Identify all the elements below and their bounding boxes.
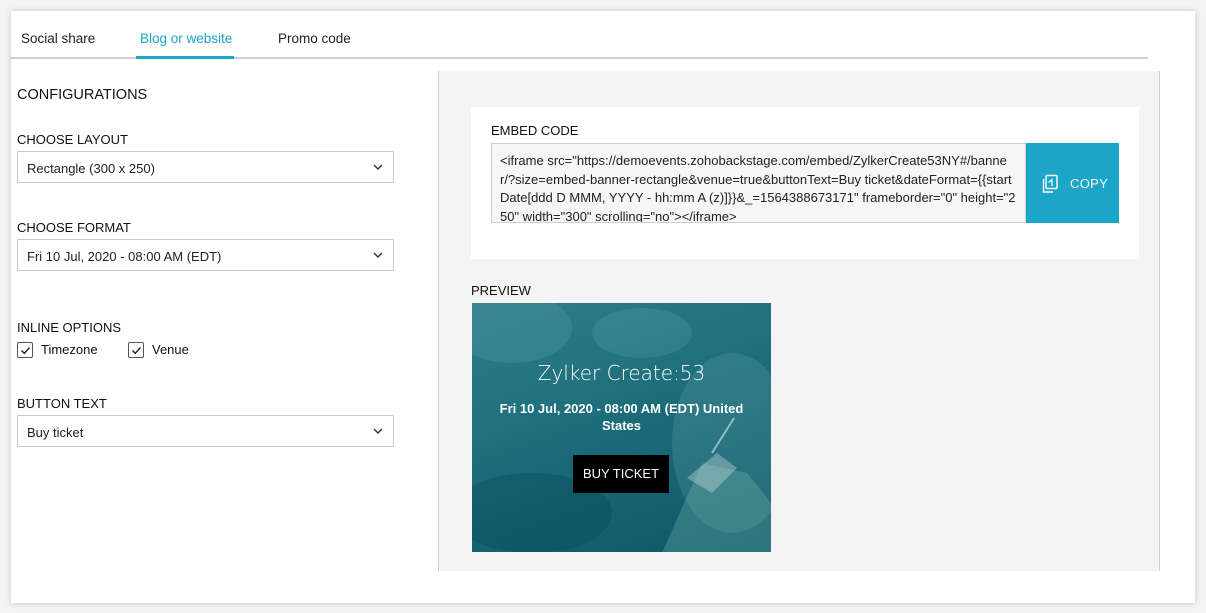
- banner-preview: Zylker Create:53 Fri 10 Jul, 2020 - 08:0…: [472, 303, 771, 552]
- copy-icon: [1042, 174, 1058, 193]
- copy-button[interactable]: COPY: [1026, 143, 1119, 223]
- embed-code-card: EMBED CODE <iframe src="https://demoeven…: [471, 107, 1139, 259]
- embed-panel: EMBED CODE <iframe src="https://demoeven…: [438, 71, 1160, 571]
- button-text-select-value: Buy ticket: [27, 425, 84, 440]
- buy-ticket-button[interactable]: BUY TICKET: [573, 455, 669, 493]
- chevron-down-icon: [373, 252, 383, 258]
- banner-event-name: Zylker Create:53: [537, 361, 706, 385]
- checkbox-box: [128, 342, 144, 358]
- checkbox-box: [17, 342, 33, 358]
- button-text-label: BUTTON TEXT: [17, 396, 107, 411]
- tab-promo-code[interactable]: Promo code: [278, 31, 351, 46]
- layout-select[interactable]: Rectangle (300 x 250): [17, 151, 394, 183]
- chevron-down-icon: [373, 428, 383, 434]
- choose-layout-label: CHOOSE LAYOUT: [17, 132, 129, 147]
- chevron-down-icon: [373, 164, 383, 170]
- embed-code-title: EMBED CODE: [491, 123, 579, 138]
- format-select[interactable]: Fri 10 Jul, 2020 - 08:00 AM (EDT): [17, 239, 394, 271]
- configurations-heading: CONFIGURATIONS: [17, 87, 148, 103]
- format-select-value: Fri 10 Jul, 2020 - 08:00 AM (EDT): [27, 249, 222, 264]
- check-icon: [21, 347, 31, 355]
- embed-code-field[interactable]: <iframe src="https://demoevents.zohoback…: [491, 143, 1026, 223]
- timezone-label: Timezone: [41, 342, 98, 357]
- tab-bar: Social share Blog or website Promo code: [11, 11, 1148, 59]
- check-icon: [132, 347, 142, 355]
- tab-social-share[interactable]: Social share: [21, 31, 95, 46]
- active-tab-indicator: [136, 56, 234, 59]
- banner-event-date: Fri 10 Jul, 2020 - 08:00 AM (EDT) United…: [499, 401, 744, 433]
- share-dialog: Social share Blog or website Promo code …: [11, 11, 1195, 603]
- venue-label: Venue: [152, 342, 189, 357]
- choose-format-label: CHOOSE FORMAT: [17, 220, 131, 235]
- copy-label: COPY: [1070, 176, 1109, 191]
- layout-select-value: Rectangle (300 x 250): [27, 161, 155, 176]
- inline-options-label: INLINE OPTIONS: [17, 320, 122, 335]
- tab-blog-or-website[interactable]: Blog or website: [140, 31, 232, 46]
- preview-title: PREVIEW: [471, 283, 531, 298]
- button-text-select[interactable]: Buy ticket: [17, 415, 394, 447]
